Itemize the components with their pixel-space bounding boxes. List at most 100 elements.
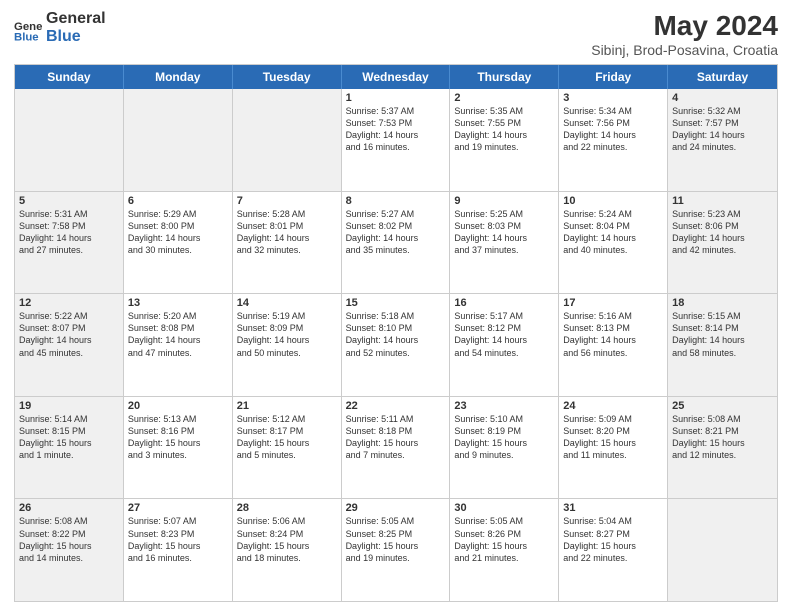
- calendar-cell: 15Sunrise: 5:18 AM Sunset: 8:10 PM Dayli…: [342, 294, 451, 396]
- location: Sibinj, Brod-Posavina, Croatia: [591, 42, 778, 58]
- day-number: 31: [563, 502, 663, 514]
- header-cell-wednesday: Wednesday: [342, 65, 451, 89]
- calendar-cell: 19Sunrise: 5:14 AM Sunset: 8:15 PM Dayli…: [15, 397, 124, 499]
- day-info: Sunrise: 5:05 AM Sunset: 8:26 PM Dayligh…: [454, 515, 554, 564]
- calendar-cell: 8Sunrise: 5:27 AM Sunset: 8:02 PM Daylig…: [342, 192, 451, 294]
- day-info: Sunrise: 5:32 AM Sunset: 7:57 PM Dayligh…: [672, 105, 773, 154]
- day-number: 25: [672, 400, 773, 412]
- calendar-cell: 29Sunrise: 5:05 AM Sunset: 8:25 PM Dayli…: [342, 499, 451, 601]
- day-number: 6: [128, 195, 228, 207]
- day-number: 20: [128, 400, 228, 412]
- calendar-body: 1Sunrise: 5:37 AM Sunset: 7:53 PM Daylig…: [15, 89, 777, 601]
- day-number: 18: [672, 297, 773, 309]
- svg-text:Blue: Blue: [14, 31, 39, 42]
- page: General Blue General Blue May 2024 Sibin…: [0, 0, 792, 612]
- day-info: Sunrise: 5:14 AM Sunset: 8:15 PM Dayligh…: [19, 413, 119, 462]
- calendar-cell: [15, 89, 124, 191]
- day-number: 29: [346, 502, 446, 514]
- calendar-row-4: 26Sunrise: 5:08 AM Sunset: 8:22 PM Dayli…: [15, 499, 777, 601]
- day-number: 15: [346, 297, 446, 309]
- day-info: Sunrise: 5:12 AM Sunset: 8:17 PM Dayligh…: [237, 413, 337, 462]
- calendar-cell: 27Sunrise: 5:07 AM Sunset: 8:23 PM Dayli…: [124, 499, 233, 601]
- logo: General Blue General Blue: [14, 10, 106, 45]
- calendar-header: SundayMondayTuesdayWednesdayThursdayFrid…: [15, 65, 777, 89]
- day-number: 4: [672, 92, 773, 104]
- day-number: 5: [19, 195, 119, 207]
- day-info: Sunrise: 5:06 AM Sunset: 8:24 PM Dayligh…: [237, 515, 337, 564]
- day-number: 14: [237, 297, 337, 309]
- calendar-cell: 16Sunrise: 5:17 AM Sunset: 8:12 PM Dayli…: [450, 294, 559, 396]
- calendar-cell: 17Sunrise: 5:16 AM Sunset: 8:13 PM Dayli…: [559, 294, 668, 396]
- header-cell-monday: Monday: [124, 65, 233, 89]
- day-info: Sunrise: 5:05 AM Sunset: 8:25 PM Dayligh…: [346, 515, 446, 564]
- day-number: 24: [563, 400, 663, 412]
- calendar-cell: 21Sunrise: 5:12 AM Sunset: 8:17 PM Dayli…: [233, 397, 342, 499]
- calendar-cell: 24Sunrise: 5:09 AM Sunset: 8:20 PM Dayli…: [559, 397, 668, 499]
- calendar-cell: 10Sunrise: 5:24 AM Sunset: 8:04 PM Dayli…: [559, 192, 668, 294]
- day-info: Sunrise: 5:08 AM Sunset: 8:22 PM Dayligh…: [19, 515, 119, 564]
- calendar-cell: 25Sunrise: 5:08 AM Sunset: 8:21 PM Dayli…: [668, 397, 777, 499]
- title-block: May 2024 Sibinj, Brod-Posavina, Croatia: [591, 10, 778, 58]
- day-info: Sunrise: 5:31 AM Sunset: 7:58 PM Dayligh…: [19, 208, 119, 257]
- calendar-cell: 20Sunrise: 5:13 AM Sunset: 8:16 PM Dayli…: [124, 397, 233, 499]
- day-info: Sunrise: 5:17 AM Sunset: 8:12 PM Dayligh…: [454, 310, 554, 359]
- calendar-cell: [668, 499, 777, 601]
- day-number: 13: [128, 297, 228, 309]
- calendar: SundayMondayTuesdayWednesdayThursdayFrid…: [14, 64, 778, 602]
- calendar-cell: 18Sunrise: 5:15 AM Sunset: 8:14 PM Dayli…: [668, 294, 777, 396]
- day-info: Sunrise: 5:25 AM Sunset: 8:03 PM Dayligh…: [454, 208, 554, 257]
- day-info: Sunrise: 5:34 AM Sunset: 7:56 PM Dayligh…: [563, 105, 663, 154]
- day-info: Sunrise: 5:10 AM Sunset: 8:19 PM Dayligh…: [454, 413, 554, 462]
- day-number: 10: [563, 195, 663, 207]
- day-number: 2: [454, 92, 554, 104]
- calendar-cell: 6Sunrise: 5:29 AM Sunset: 8:00 PM Daylig…: [124, 192, 233, 294]
- calendar-cell: 31Sunrise: 5:04 AM Sunset: 8:27 PM Dayli…: [559, 499, 668, 601]
- day-info: Sunrise: 5:35 AM Sunset: 7:55 PM Dayligh…: [454, 105, 554, 154]
- day-number: 26: [19, 502, 119, 514]
- calendar-cell: 11Sunrise: 5:23 AM Sunset: 8:06 PM Dayli…: [668, 192, 777, 294]
- day-info: Sunrise: 5:22 AM Sunset: 8:07 PM Dayligh…: [19, 310, 119, 359]
- day-number: 23: [454, 400, 554, 412]
- day-number: 17: [563, 297, 663, 309]
- calendar-cell: 23Sunrise: 5:10 AM Sunset: 8:19 PM Dayli…: [450, 397, 559, 499]
- header-cell-saturday: Saturday: [668, 65, 777, 89]
- calendar-cell: 2Sunrise: 5:35 AM Sunset: 7:55 PM Daylig…: [450, 89, 559, 191]
- month-year: May 2024: [591, 10, 778, 42]
- calendar-cell: 4Sunrise: 5:32 AM Sunset: 7:57 PM Daylig…: [668, 89, 777, 191]
- calendar-cell: 3Sunrise: 5:34 AM Sunset: 7:56 PM Daylig…: [559, 89, 668, 191]
- day-number: 16: [454, 297, 554, 309]
- header: General Blue General Blue May 2024 Sibin…: [14, 10, 778, 58]
- day-number: 27: [128, 502, 228, 514]
- header-cell-thursday: Thursday: [450, 65, 559, 89]
- day-number: 9: [454, 195, 554, 207]
- header-cell-tuesday: Tuesday: [233, 65, 342, 89]
- logo-icon: General Blue: [14, 14, 42, 42]
- calendar-cell: 13Sunrise: 5:20 AM Sunset: 8:08 PM Dayli…: [124, 294, 233, 396]
- day-number: 12: [19, 297, 119, 309]
- day-info: Sunrise: 5:29 AM Sunset: 8:00 PM Dayligh…: [128, 208, 228, 257]
- day-number: 8: [346, 195, 446, 207]
- day-info: Sunrise: 5:27 AM Sunset: 8:02 PM Dayligh…: [346, 208, 446, 257]
- calendar-cell: [233, 89, 342, 191]
- day-number: 19: [19, 400, 119, 412]
- calendar-row-2: 12Sunrise: 5:22 AM Sunset: 8:07 PM Dayli…: [15, 294, 777, 397]
- calendar-cell: [124, 89, 233, 191]
- calendar-cell: 7Sunrise: 5:28 AM Sunset: 8:01 PM Daylig…: [233, 192, 342, 294]
- day-info: Sunrise: 5:07 AM Sunset: 8:23 PM Dayligh…: [128, 515, 228, 564]
- calendar-cell: 14Sunrise: 5:19 AM Sunset: 8:09 PM Dayli…: [233, 294, 342, 396]
- day-number: 28: [237, 502, 337, 514]
- header-cell-sunday: Sunday: [15, 65, 124, 89]
- calendar-cell: 9Sunrise: 5:25 AM Sunset: 8:03 PM Daylig…: [450, 192, 559, 294]
- day-info: Sunrise: 5:18 AM Sunset: 8:10 PM Dayligh…: [346, 310, 446, 359]
- logo-general: General: [46, 10, 106, 28]
- day-number: 11: [672, 195, 773, 207]
- calendar-row-1: 5Sunrise: 5:31 AM Sunset: 7:58 PM Daylig…: [15, 192, 777, 295]
- logo-blue: Blue: [46, 28, 106, 46]
- day-info: Sunrise: 5:16 AM Sunset: 8:13 PM Dayligh…: [563, 310, 663, 359]
- calendar-cell: 28Sunrise: 5:06 AM Sunset: 8:24 PM Dayli…: [233, 499, 342, 601]
- calendar-cell: 5Sunrise: 5:31 AM Sunset: 7:58 PM Daylig…: [15, 192, 124, 294]
- day-info: Sunrise: 5:15 AM Sunset: 8:14 PM Dayligh…: [672, 310, 773, 359]
- calendar-cell: 1Sunrise: 5:37 AM Sunset: 7:53 PM Daylig…: [342, 89, 451, 191]
- calendar-cell: 12Sunrise: 5:22 AM Sunset: 8:07 PM Dayli…: [15, 294, 124, 396]
- day-number: 22: [346, 400, 446, 412]
